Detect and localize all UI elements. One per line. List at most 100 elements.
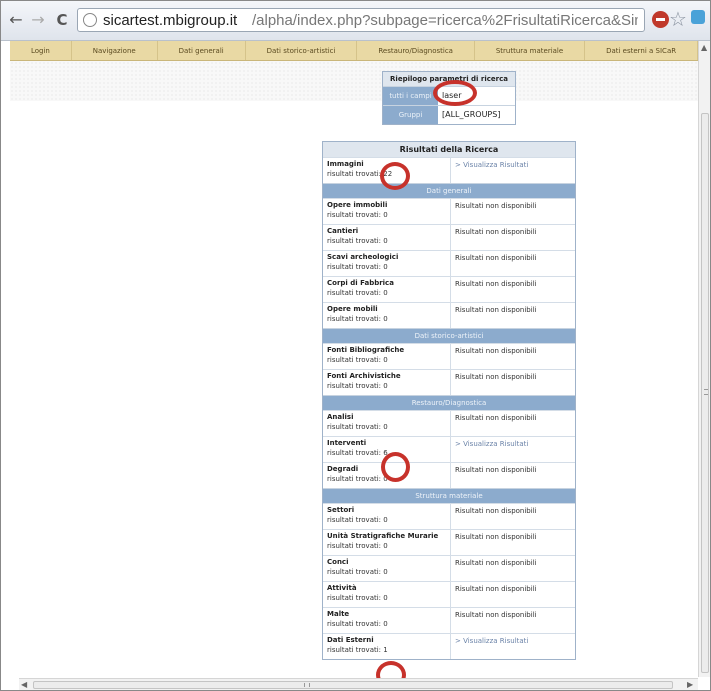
result-count: risultati trovati: 1 [327, 646, 450, 654]
result-count-label: risultati trovati: [327, 475, 382, 483]
nav-item[interactable]: Dati generali [158, 41, 246, 60]
result-status: Risultati non disponibili [455, 507, 537, 515]
result-count-value: 1 [383, 646, 388, 654]
section-header: Restauro/Diagnostica [323, 395, 575, 410]
result-status: Risultati non disponibili [455, 254, 537, 262]
result-status: Risultati non disponibili [455, 585, 537, 593]
grip-icon [704, 389, 708, 395]
reload-button[interactable]: C [53, 11, 71, 29]
result-name-cell: Attività risultati trovati: 0 [323, 582, 451, 607]
result-row: Degradi risultati trovati: 0 Risultati non… [323, 462, 575, 488]
adblock-icon[interactable] [652, 11, 669, 28]
result-category: Scavi archeologici [327, 253, 399, 261]
scroll-up-icon[interactable]: ▲ [701, 43, 707, 52]
result-count: risultati trovati: 0 [327, 289, 450, 297]
bookmark-star-icon[interactable]: ☆ [669, 7, 687, 31]
results-panel: Risultati della Ricerca Immagini risultat… [322, 141, 576, 660]
nav-item[interactable]: Restauro/Diagnostica [357, 41, 475, 60]
result-row: Analisi risultati trovati: 0 Risultati non… [323, 410, 575, 436]
result-category: Malte [327, 610, 350, 618]
result-category: Settori [327, 506, 355, 514]
result-category: Opere immobili [327, 201, 388, 209]
result-status: Risultati non disponibili [455, 347, 537, 355]
nav-item[interactable]: Login [10, 41, 72, 60]
result-count: risultati trovati: 0 [327, 211, 450, 219]
view-results-link[interactable]: > Visualizza Risultati [451, 437, 575, 462]
view-results-link[interactable]: > Visualizza Risultati [451, 158, 575, 183]
result-status: Risultati non disponibili [455, 202, 537, 210]
result-status: Risultati non disponibili [455, 228, 537, 236]
nav-item[interactable]: Struttura materiale [475, 41, 586, 60]
result-name-cell: Settori risultati trovati: 0 [323, 504, 451, 529]
result-row: Attività risultati trovati: 0 Risultati no… [323, 581, 575, 607]
result-category: Conci [327, 558, 349, 566]
param-label: Gruppi [383, 106, 438, 124]
nav-item[interactable]: Navigazione [72, 41, 158, 60]
highlight-circle-immagini [380, 162, 410, 190]
result-status: Risultati non disponibili [455, 280, 537, 288]
browser-toolbar: ← → C sicartest.mbigroup.it /alpha/index… [1, 1, 710, 41]
extension-icon[interactable] [691, 10, 705, 24]
result-name-cell: Fonti Archivistiche risultati trovati: 0 [323, 370, 451, 395]
result-row: Malte risultati trovati: 0 Risultati non d… [323, 607, 575, 633]
section-header: Dati storico-artistici [323, 328, 575, 343]
result-name-cell: Malte risultati trovati: 0 [323, 608, 451, 633]
site-navigation: Login Navigazione Dati generali Dati storic… [10, 41, 699, 61]
result-name-cell: Scavi archeologici risultati trovati: 0 [323, 251, 451, 276]
result-count-label: risultati trovati: [327, 646, 382, 654]
result-count: risultati trovati: 0 [327, 620, 450, 628]
result-row: Scavi archeologici risultati trovati: 0 Ri… [323, 250, 575, 276]
result-count-label: risultati trovati: [327, 382, 382, 390]
param-row: Gruppi [ALL_GROUPS] [383, 105, 515, 124]
result-name-cell: Opere immobili risultati trovati: 0 [323, 199, 451, 224]
result-count-label: risultati trovati: [327, 568, 382, 576]
view-results-link[interactable]: > Visualizza Risultati [451, 634, 575, 659]
result-count-value: 0 [383, 263, 388, 271]
param-label: tutti i campi [383, 87, 438, 105]
result-name-cell: Unità Stratigrafiche Murarie risultati tr… [323, 530, 451, 555]
scroll-left-icon[interactable]: ◀ [21, 680, 27, 689]
url-host: sicartest.mbigroup.it [103, 12, 238, 29]
result-count-value: 0 [383, 516, 388, 524]
result-status: Risultati non disponibili [455, 533, 537, 541]
nav-item[interactable]: Dati storico-artistici [246, 41, 358, 60]
result-count-value: 0 [383, 289, 388, 297]
result-name-cell: Fonti Bibliografiche risultati trovati: 0 [323, 344, 451, 369]
result-row: Immagini risultati trovati: 22 > Visualizz… [323, 157, 575, 183]
result-category: Opere mobili [327, 305, 378, 313]
section-header: Struttura materiale [323, 488, 575, 503]
back-button[interactable]: ← [7, 11, 25, 29]
result-row: Conci risultati trovati: 0 Risultati non d… [323, 555, 575, 581]
result-count-value: 0 [383, 542, 388, 550]
result-row: Unità Stratigrafiche Murarie risultati tr… [323, 529, 575, 555]
result-count-label: risultati trovati: [327, 423, 382, 431]
horizontal-scroll-thumb[interactable] [33, 681, 673, 689]
result-count: risultati trovati: 0 [327, 594, 450, 602]
result-count-value: 0 [383, 620, 388, 628]
highlight-circle-interventi [381, 452, 410, 482]
result-status: Risultati non disponibili [455, 466, 537, 474]
address-bar[interactable]: sicartest.mbigroup.it /alpha/index.php?s… [77, 8, 645, 32]
nav-item[interactable]: Dati esterni a SICaR [585, 41, 699, 60]
result-status: Risultati non disponibili [455, 414, 537, 422]
result-name-cell: Cantieri risultati trovati: 0 [323, 225, 451, 250]
vertical-scrollbar[interactable]: ▲ [698, 41, 710, 677]
scroll-right-icon[interactable]: ▶ [687, 680, 693, 689]
horizontal-scrollbar[interactable]: ◀ ▶ [19, 678, 698, 690]
result-count-value: 0 [383, 211, 388, 219]
result-row: Settori risultati trovati: 0 Risultati non… [323, 503, 575, 529]
results-title: Risultati della Ricerca [323, 142, 575, 157]
result-category: Fonti Bibliografiche [327, 346, 405, 354]
result-count-label: risultati trovati: [327, 170, 382, 178]
result-count-label: risultati trovati: [327, 211, 382, 219]
result-category: Analisi [327, 413, 354, 421]
result-count-label: risultati trovati: [327, 315, 382, 323]
result-count: risultati trovati: 0 [327, 356, 450, 364]
result-count-label: risultati trovati: [327, 289, 382, 297]
forward-button[interactable]: → [29, 11, 47, 29]
result-status: Risultati non disponibili [455, 611, 537, 619]
result-count-value: 0 [383, 423, 388, 431]
result-status: Risultati non disponibili [455, 306, 537, 314]
vertical-scroll-thumb[interactable] [701, 113, 709, 673]
result-category: Fonti Archivistiche [327, 372, 401, 380]
